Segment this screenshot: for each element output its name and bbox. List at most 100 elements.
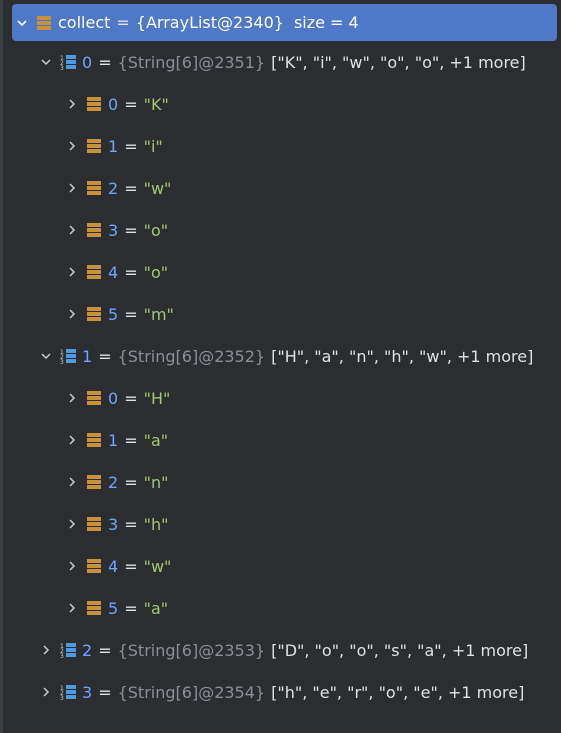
chevron-right-icon[interactable] [64,432,80,448]
child-value: "H" [143,388,171,408]
equals-sign: = [124,136,138,156]
item-index: 2 [82,640,93,660]
equals-sign: = [124,388,138,408]
variable-size: size = 4 [293,13,359,32]
field-icon [86,432,102,448]
equals-sign: = [124,262,138,282]
child-value: "a" [143,598,169,618]
field-icon [86,474,102,490]
item-preview: ["D", "o", "o", "s", "a", +1 more] [271,640,529,660]
child-index: 1 [108,430,119,450]
tree-row-child[interactable]: 2 = "n" [0,461,561,503]
tree-row-child[interactable]: 1 = "a" [0,419,561,461]
child-index: 4 [108,556,119,576]
svg-text:3: 3 [60,653,64,658]
tree-row-collect[interactable]: collect = {ArrayList@2340} size = 4 [12,4,557,41]
tree-row-item-2[interactable]: 123 2 = {String[6]@2353} ["D", "o", "o",… [0,629,561,671]
tree-row-child[interactable]: 3 = "o" [0,209,561,251]
item-type: {String[6]@2353} [117,640,266,660]
chevron-right-icon[interactable] [38,684,54,700]
equals-sign: = [124,472,138,492]
chevron-right-icon[interactable] [64,390,80,406]
array-icon: 123 [60,684,76,702]
tree-row-child[interactable]: 0 = "K" [0,83,561,125]
field-icon [86,180,102,196]
chevron-right-icon[interactable] [64,180,80,196]
equals-sign: = [124,304,138,324]
chevron-right-icon[interactable] [38,642,54,658]
item-type: {String[6]@2354} [117,682,266,702]
equals-sign: = [124,94,138,114]
item-preview: ["h", "e", "r", "o", "e", +1 more] [271,682,525,702]
array-icon: 123 [60,54,76,72]
tree-row-child[interactable]: 3 = "h" [0,503,561,545]
svg-text:3: 3 [60,359,64,364]
tree-row-child[interactable]: 1 = "i" [0,125,561,167]
child-index: 3 [108,514,119,534]
field-icon [86,306,102,322]
variables-tree: collect = {ArrayList@2340} size = 4 123 … [0,0,561,713]
chevron-right-icon[interactable] [64,558,80,574]
item-index: 1 [82,346,93,366]
chevron-right-icon[interactable] [64,600,80,616]
equals-sign: = [124,514,138,534]
field-icon [86,558,102,574]
chevron-right-icon[interactable] [64,138,80,154]
child-index: 0 [108,94,119,114]
child-index: 2 [108,178,119,198]
equals-sign: = [124,178,138,198]
child-value: "i" [143,136,163,156]
debugger-variables-panel: collect = {ArrayList@2340} size = 4 123 … [0,0,561,733]
item-type: {String[6]@2352} [117,346,266,366]
field-icon [86,96,102,112]
field-icon [86,390,102,406]
child-index: 5 [108,304,119,324]
tree-row-child[interactable]: 4 = "o" [0,251,561,293]
chevron-right-icon[interactable] [64,264,80,280]
field-icon [36,15,52,31]
child-value: "K" [143,94,169,114]
child-index: 1 [108,136,119,156]
chevron-right-icon[interactable] [64,306,80,322]
equals-sign: = [98,346,112,366]
child-index: 3 [108,220,119,240]
svg-text:3: 3 [60,65,64,70]
chevron-right-icon[interactable] [64,516,80,532]
child-index: 5 [108,598,119,618]
tree-row-item-3[interactable]: 123 3 = {String[6]@2354} ["h", "e", "r",… [0,671,561,713]
tree-row-item-1[interactable]: 123 1 = {String[6]@2352} ["H", "a", "n",… [0,335,561,377]
field-icon [86,222,102,238]
field-icon [86,264,102,280]
child-index: 0 [108,388,119,408]
equals-sign: = [116,13,130,32]
equals-sign: = [124,430,138,450]
chevron-down-icon[interactable] [14,15,30,31]
chevron-right-icon[interactable] [64,96,80,112]
child-value: "o" [143,262,169,282]
chevron-right-icon[interactable] [64,474,80,490]
chevron-right-icon[interactable] [64,222,80,238]
svg-text:3: 3 [60,695,64,700]
child-value: "o" [143,220,169,240]
tree-row-child[interactable]: 4 = "w" [0,545,561,587]
tree-row-child[interactable]: 5 = "m" [0,293,561,335]
equals-sign: = [98,640,112,660]
variable-name: collect [58,13,111,32]
child-value: "w" [143,178,172,198]
item-index: 0 [82,52,93,72]
field-icon [86,138,102,154]
array-icon: 123 [60,642,76,660]
variable-type: {ArrayList@2340} [135,13,284,32]
chevron-down-icon[interactable] [38,348,54,364]
tree-row-child[interactable]: 2 = "w" [0,167,561,209]
child-value: "m" [143,304,174,324]
item-type: {String[6]@2351} [117,52,266,72]
tree-row-item-0[interactable]: 123 0 = {String[6]@2351} ["K", "i", "w",… [0,41,561,83]
equals-sign: = [124,598,138,618]
tree-row-child[interactable]: 5 = "a" [0,587,561,629]
chevron-down-icon[interactable] [38,54,54,70]
tree-row-child[interactable]: 0 = "H" [0,377,561,419]
field-icon [86,600,102,616]
child-index: 4 [108,262,119,282]
equals-sign: = [98,682,112,702]
